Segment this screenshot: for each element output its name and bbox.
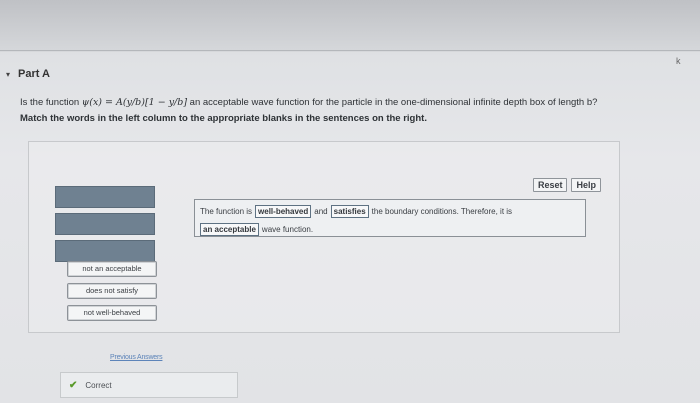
collapse-caret-icon[interactable]: ▾: [6, 70, 10, 79]
previous-answers-link[interactable]: Previous Answers: [110, 354, 163, 361]
toolbar: Reset Help: [532, 178, 601, 192]
top-background: [0, 0, 700, 52]
empty-slot[interactable]: [55, 186, 155, 208]
word-chip-does-not-satisfy[interactable]: does not satisfy: [67, 283, 157, 299]
sentence-box: The function is well-behaved and satisfi…: [194, 199, 586, 237]
reset-button[interactable]: Reset: [532, 178, 568, 192]
sentence-text: the boundary conditions. Therefore, it i…: [371, 207, 513, 216]
result-text: Correct: [85, 380, 112, 390]
blank-an-acceptable[interactable]: an acceptable: [200, 223, 259, 236]
blank-satisfies[interactable]: satisfies: [330, 205, 369, 218]
blank-well-behaved[interactable]: well-behaved: [255, 205, 312, 218]
word-chip-not-an-acceptable[interactable]: not an acceptable: [67, 261, 157, 277]
wave-function-expression: ψ(x) = A(y/b)[1 − y/b]: [81, 97, 188, 108]
check-icon: ✔: [69, 379, 78, 391]
sentence-line-1: The function is well-behaved and satisfi…: [200, 205, 512, 218]
instruction-text: Match the words in the left column to th…: [20, 113, 427, 124]
sentence-text: The function is: [200, 207, 253, 216]
help-button[interactable]: Help: [571, 178, 601, 192]
question-suffix: an acceptable wave function for the part…: [187, 97, 598, 108]
question-block: Is the function ψ(x) = A(y/b)[1 − y/b] a…: [20, 96, 680, 125]
empty-slots: [55, 186, 155, 262]
sentence-line-2: an acceptable wave function.: [200, 223, 313, 236]
part-title: Part A: [18, 68, 51, 80]
sentence-text: and: [314, 207, 328, 216]
drag-drop-work-area: Reset Help not an acceptable does not sa…: [28, 141, 620, 333]
empty-slot[interactable]: [55, 240, 155, 262]
question-prefix: Is the function: [20, 97, 82, 108]
part-header[interactable]: ▾ Part A: [6, 68, 50, 80]
result-box: ✔ Correct: [60, 372, 238, 398]
stray-mark: k: [676, 56, 681, 66]
question-text: Is the function ψ(x) = A(y/b)[1 − y/b] a…: [20, 96, 680, 109]
word-bank: not an acceptable does not satisfy not w…: [67, 261, 157, 321]
divider: [0, 50, 700, 51]
word-chip-not-well-behaved[interactable]: not well-behaved: [67, 305, 157, 321]
sentence-text: wave function.: [261, 225, 314, 234]
empty-slot[interactable]: [55, 213, 155, 235]
